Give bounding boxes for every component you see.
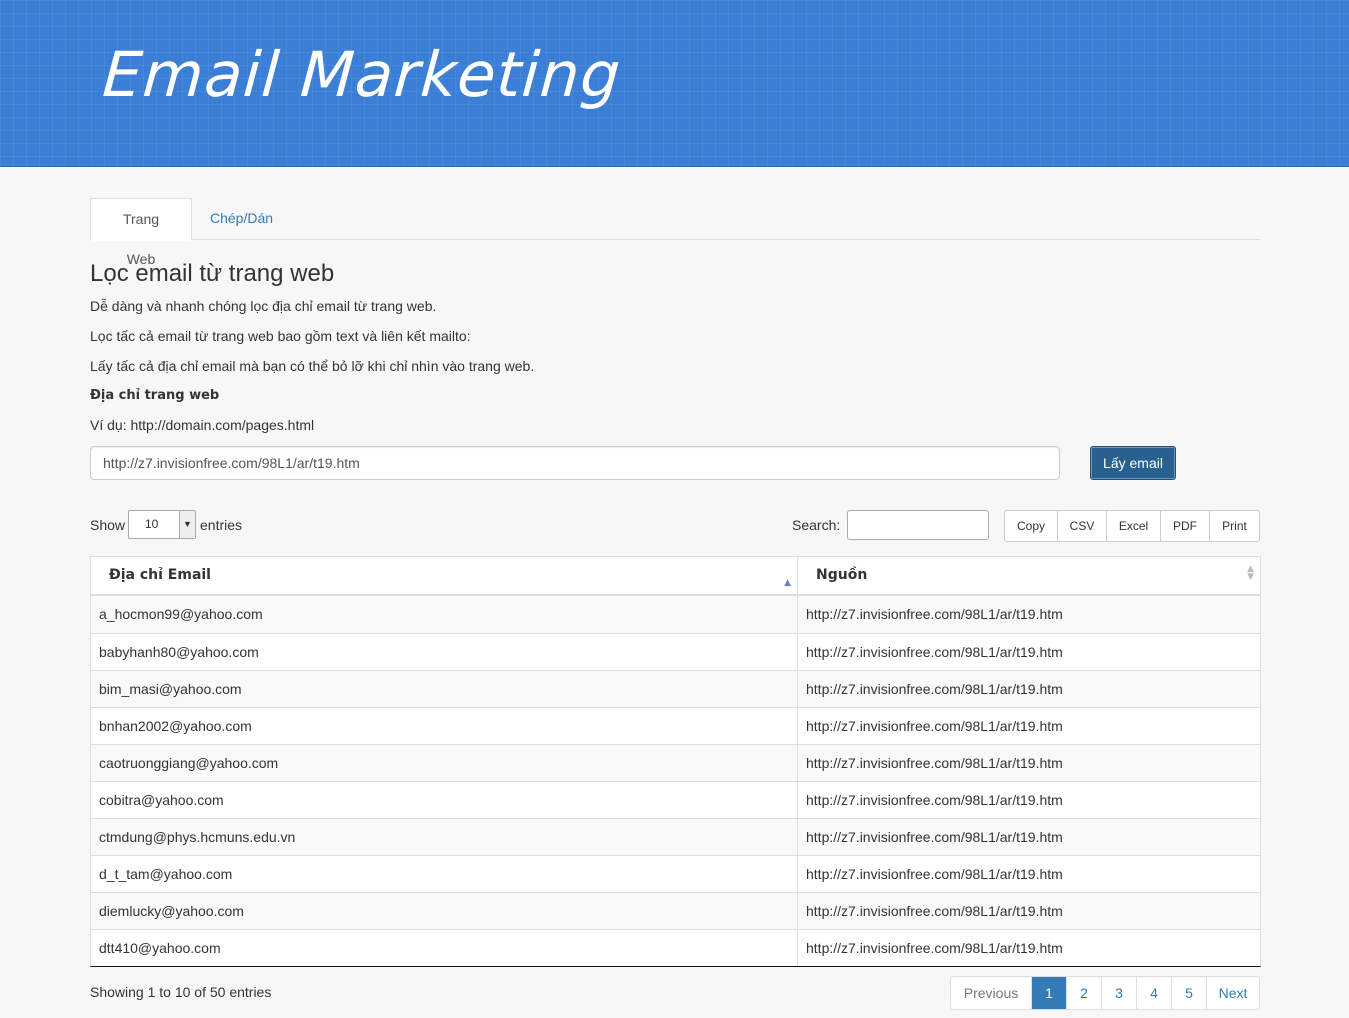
page-button-5[interactable]: 5 xyxy=(1172,977,1207,1009)
source-cell: http://z7.invisionfree.com/98L1/ar/t19.h… xyxy=(806,940,1063,956)
email-cell: bim_masi@yahoo.com xyxy=(91,671,798,707)
table-row: a_hocmon99@yahoo.com http://z7.invisionfr… xyxy=(91,596,1260,633)
page-button-3[interactable]: 3 xyxy=(1102,977,1137,1009)
source-cell: http://z7.invisionfree.com/98L1/ar/t19.h… xyxy=(806,681,1063,697)
table-row: cobitra@yahoo.com http://z7.invisionfree.… xyxy=(91,781,1260,818)
email-cell: bnhan2002@yahoo.com xyxy=(91,708,798,744)
csv-button[interactable]: CSV xyxy=(1058,511,1107,541)
email-cell: dtt410@yahoo.com xyxy=(91,930,798,966)
page-size-value: 10 xyxy=(145,517,159,531)
page-length-control: Show 10 ▼ entries xyxy=(90,510,242,540)
source-cell: http://z7.invisionfree.com/98L1/ar/t19.h… xyxy=(806,903,1063,919)
main-container: Trang Web Chép/Dán Lọc email từ trang we… xyxy=(90,198,1261,1010)
table-row: caotruonggiang@yahoo.com http://z7.invisi… xyxy=(91,744,1260,781)
page-title: Lọc email từ trang web xyxy=(90,260,335,287)
site-header: Email Marketing xyxy=(0,0,1349,167)
email-cell: cobitra@yahoo.com xyxy=(91,782,798,818)
table-header: Địa chỉ Email ▲ Nguồn ▲ ▼ xyxy=(91,557,1260,596)
description-line-2: Lọc tấc cả email từ trang web bao gồm te… xyxy=(90,328,471,344)
url-input[interactable] xyxy=(90,446,1060,480)
page-button-4[interactable]: 4 xyxy=(1137,977,1172,1009)
page-size-select[interactable]: 10 ▼ xyxy=(128,510,196,539)
email-cell: diemlucky@yahoo.com xyxy=(91,893,798,929)
url-label: Địa chỉ trang web xyxy=(90,388,220,403)
search-input[interactable] xyxy=(847,510,989,540)
email-table: Địa chỉ Email ▲ Nguồn ▲ ▼ a_hocmon99@yaho… xyxy=(90,556,1261,967)
entries-label: entries xyxy=(200,517,243,533)
column-header-email-label: Địa chỉ Email xyxy=(109,567,211,583)
tab-bar: Trang Web Chép/Dán xyxy=(90,198,1260,267)
table-body: a_hocmon99@yahoo.com http://z7.invisionfr… xyxy=(91,596,1260,966)
table-row: dtt410@yahoo.com http://z7.invisionfree.c… xyxy=(91,929,1260,966)
source-cell: http://z7.invisionfree.com/98L1/ar/t19.h… xyxy=(806,792,1063,808)
source-cell: http://z7.invisionfree.com/98L1/ar/t19.h… xyxy=(806,644,1063,660)
next-page-button[interactable]: Next xyxy=(1207,977,1259,1009)
source-cell: http://z7.invisionfree.com/98L1/ar/t19.h… xyxy=(806,718,1063,734)
column-header-source-label: Nguồn xyxy=(816,567,868,583)
site-title: Email Marketing xyxy=(100,38,624,111)
excel-button[interactable]: Excel xyxy=(1107,511,1161,541)
sort-ascending-icon: ▲ xyxy=(784,578,791,588)
copy-button[interactable]: Copy xyxy=(1005,511,1058,541)
print-button[interactable]: Print xyxy=(1210,511,1259,541)
table-row: babyhanh80@yahoo.com http://z7.invisionfr… xyxy=(91,633,1260,670)
get-email-button[interactable]: Lấy email xyxy=(1090,446,1176,480)
email-cell: babyhanh80@yahoo.com xyxy=(91,634,798,670)
table-row: bnhan2002@yahoo.com http://z7.invisionfre… xyxy=(91,707,1260,744)
table-row: bim_masi@yahoo.com http://z7.invisionfree… xyxy=(91,670,1260,707)
email-cell: caotruonggiang@yahoo.com xyxy=(91,745,798,781)
table-row: ctmdung@phys.hcmuns.edu.vn http://z7.invi… xyxy=(91,818,1260,855)
table-info: Showing 1 to 10 of 50 entries xyxy=(90,984,272,1000)
chevron-down-icon: ▼ xyxy=(179,511,195,538)
previous-page-button[interactable]: Previous xyxy=(951,977,1032,1009)
column-header-source[interactable]: Nguồn ▲ ▼ xyxy=(798,557,1260,594)
description-line-1: Dễ dàng và nhanh chóng lọc địa chỉ email… xyxy=(90,298,437,314)
search-label: Search: xyxy=(792,517,841,533)
source-cell: http://z7.invisionfree.com/98L1/ar/t19.h… xyxy=(806,606,1063,622)
email-cell: ctmdung@phys.hcmuns.edu.vn xyxy=(91,819,798,855)
export-buttons: Copy CSV Excel PDF Print xyxy=(1004,510,1260,542)
tab-trang-web[interactable]: Trang Web xyxy=(90,198,192,267)
source-cell: http://z7.invisionfree.com/98L1/ar/t19.h… xyxy=(806,866,1063,882)
page-button-2[interactable]: 2 xyxy=(1067,977,1102,1009)
description-line-3: Lấy tấc cả địa chỉ email mà bạn có thể b… xyxy=(90,358,535,374)
source-cell: http://z7.invisionfree.com/98L1/ar/t19.h… xyxy=(806,755,1063,771)
sort-both-icon: ▲ ▼ xyxy=(1247,564,1254,582)
column-header-email[interactable]: Địa chỉ Email ▲ xyxy=(91,557,798,594)
pdf-button[interactable]: PDF xyxy=(1161,511,1210,541)
url-example: Ví dụ: http://domain.com/pages.html xyxy=(90,417,315,433)
email-cell: d_t_tam@yahoo.com xyxy=(91,856,798,892)
email-cell: a_hocmon99@yahoo.com xyxy=(91,596,798,633)
page-button-1[interactable]: 1 xyxy=(1032,977,1067,1009)
show-label: Show xyxy=(90,517,126,533)
tab-chep-dan[interactable]: Chép/Dán xyxy=(194,198,289,240)
pagination: Previous 1 2 3 4 5 Next xyxy=(950,976,1260,1010)
source-cell: http://z7.invisionfree.com/98L1/ar/t19.h… xyxy=(806,829,1063,845)
table-row: diemlucky@yahoo.com http://z7.invisionfre… xyxy=(91,892,1260,929)
table-row: d_t_tam@yahoo.com http://z7.invisionfree.… xyxy=(91,855,1260,892)
